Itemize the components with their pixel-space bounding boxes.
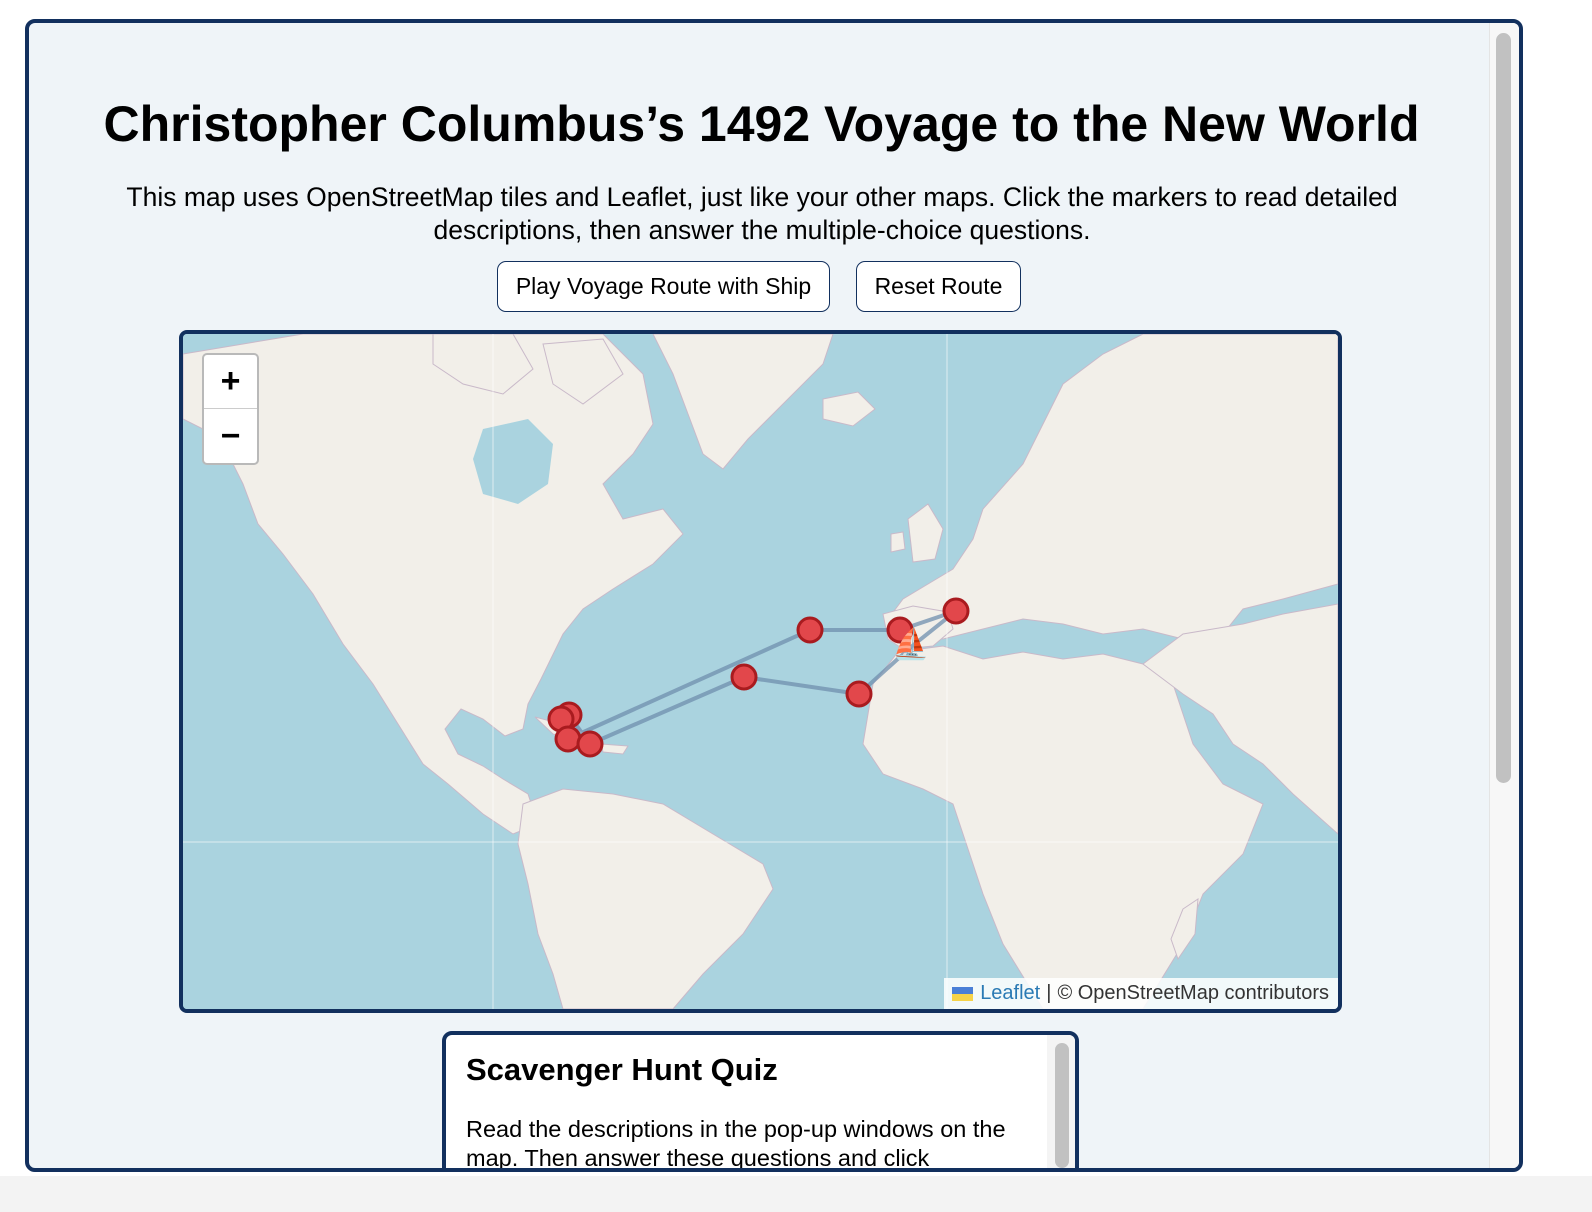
ship-icon: ⛵ — [892, 626, 929, 662]
leaflet-link[interactable]: Leaflet — [980, 982, 1040, 1005]
quiz-panel: Scavenger Hunt Quiz Read the description… — [442, 1031, 1079, 1171]
attribution-separator: | — [1046, 982, 1052, 1004]
ukraine-flag-icon — [952, 986, 974, 1001]
page-intro: This map uses OpenStreetMap tiles and Le… — [126, 182, 1398, 245]
page-scrollbar[interactable] — [1489, 23, 1519, 1168]
route-marker[interactable] — [942, 597, 970, 625]
quiz-title: Scavenger Hunt Quiz — [466, 1052, 778, 1087]
reset-route-button[interactable]: Reset Route — [856, 261, 1021, 312]
route-marker[interactable] — [576, 730, 604, 758]
app-frame: Christopher Columbus’s 1492 Voyage to th… — [25, 19, 1523, 1172]
zoom-out-button[interactable]: − — [204, 409, 257, 463]
page-scrollbar-thumb[interactable] — [1496, 33, 1511, 783]
route-marker[interactable] — [845, 680, 873, 708]
page-title: Christopher Columbus’s 1492 Voyage to th… — [103, 96, 1420, 152]
voyage-map[interactable]: ⛵ + − Leaflet | © OpenStreetMap contribu… — [179, 330, 1342, 1013]
play-voyage-button[interactable]: Play Voyage Route with Ship — [497, 261, 830, 312]
quiz-scrollbar-thumb[interactable] — [1055, 1043, 1069, 1168]
osm-attribution: © OpenStreetMap contributors — [1057, 982, 1329, 1004]
quiz-intro: Read the descriptions in the pop-up wind… — [466, 1116, 1006, 1171]
quiz-scrollbar[interactable] — [1047, 1035, 1075, 1168]
route-marker[interactable] — [554, 725, 582, 753]
zoom-in-button[interactable]: + — [204, 355, 257, 409]
map-tiles[interactable]: ⛵ — [183, 334, 1338, 1009]
window-bottom-strip — [0, 1176, 1592, 1212]
map-attribution: Leaflet | © OpenStreetMap contributors — [944, 978, 1338, 1009]
zoom-control: + − — [202, 353, 259, 465]
route-marker[interactable] — [796, 616, 824, 644]
route-marker[interactable] — [730, 663, 758, 691]
